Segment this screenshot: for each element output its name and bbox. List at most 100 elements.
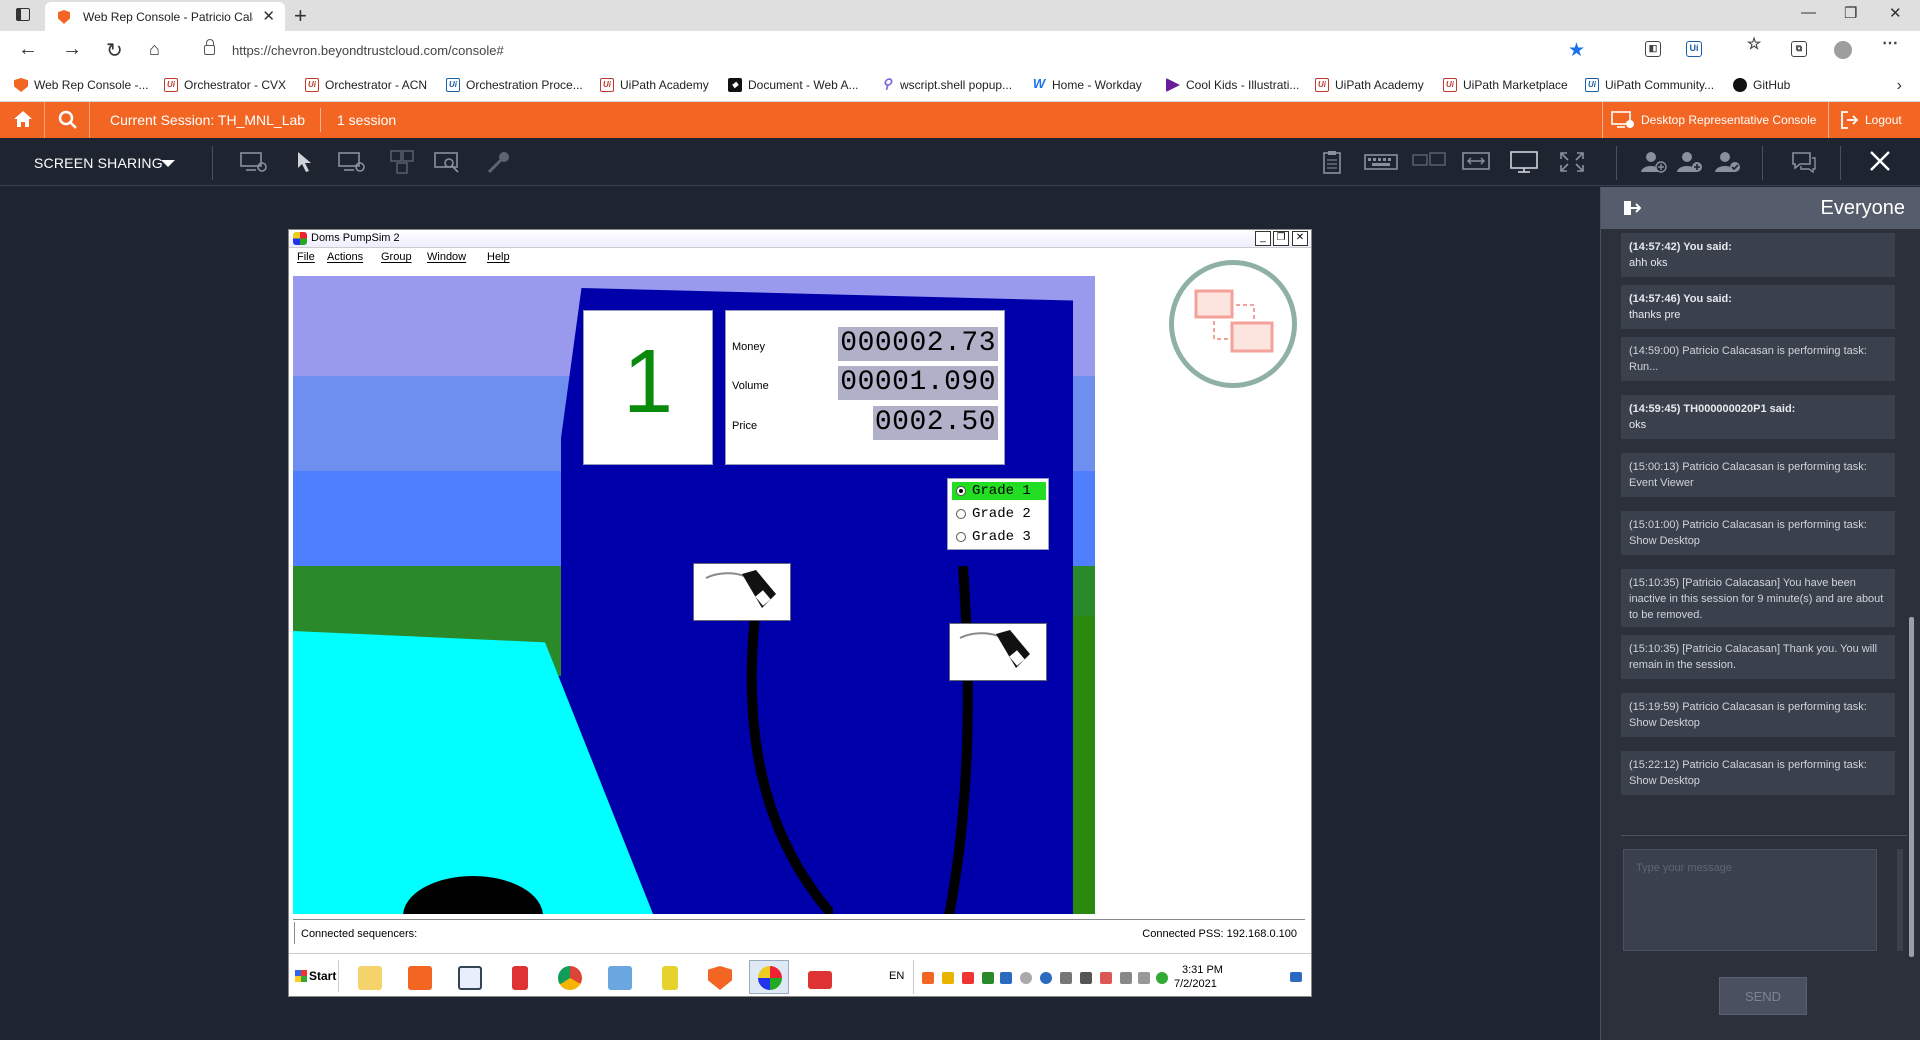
show-desktop-icon[interactable] <box>1290 972 1302 982</box>
menu-group[interactable]: Group <box>381 251 412 263</box>
chat-scrollbar[interactable] <box>1909 617 1914 957</box>
bookmark-3[interactable]: Ui Orchestration Proce... <box>446 78 583 92</box>
remote-pumpsim-window[interactable]: Doms PumpSim 2 _ ❐ ✕ File Actions Group … <box>288 229 1312 997</box>
bookmark-9[interactable]: Ui UiPath Academy <box>1315 78 1424 92</box>
restore-icon[interactable]: ❐ <box>1844 4 1857 22</box>
screen-monitor-icon[interactable] <box>338 150 366 174</box>
menu-window[interactable]: Window <box>427 251 466 263</box>
bookmark-10[interactable]: Ui UiPath Marketplace <box>1443 78 1568 92</box>
invite-rep-icon[interactable] <box>1640 150 1668 174</box>
chevron-down-icon[interactable] <box>161 160 175 167</box>
message-textarea[interactable] <box>1624 850 1876 950</box>
uipath-extension-icon[interactable]: Ui <box>1686 41 1702 57</box>
browser-tab-active[interactable]: Web Rep Console - Patricio Calacasan ✕ <box>45 2 285 31</box>
tray-icon-9[interactable] <box>1100 972 1112 984</box>
new-tab-icon[interactable]: + <box>294 3 307 29</box>
screen-sharing-dropdown[interactable]: SCREEN SHARING <box>34 155 163 171</box>
tab-actions-icon[interactable] <box>16 8 30 21</box>
grade-option-3[interactable]: Grade 3 <box>952 528 1046 546</box>
collections-icon[interactable]: ⧉ <box>1791 41 1807 57</box>
menu-actions[interactable]: Actions <box>327 251 363 263</box>
volume-icon[interactable] <box>1080 972 1092 984</box>
back-icon[interactable]: ← <box>18 38 38 61</box>
tray-icon-2[interactable] <box>942 972 954 984</box>
bookmark-6[interactable]: ⚲ wscript.shell popup... <box>880 77 1012 92</box>
add-user-icon[interactable] <box>1676 150 1704 174</box>
bookmark-0[interactable]: Web Rep Console -... <box>14 78 149 92</box>
extension-icon[interactable]: ◧ <box>1645 41 1661 57</box>
bookmark-5[interactable]: ◆ Document - Web A... <box>728 78 859 92</box>
home-button[interactable] <box>0 102 45 138</box>
url-field[interactable]: https://chevron.beyondtrustcloud.com/con… <box>188 36 1603 66</box>
tab-close-icon[interactable]: ✕ <box>262 7 275 25</box>
bookmark-2[interactable]: Ui Orchestrator - ACN <box>305 78 427 92</box>
bookmark-7[interactable]: W Home - Workday <box>1032 77 1142 92</box>
tray-icon-11[interactable] <box>1138 972 1150 984</box>
favorites-icon[interactable]: ☆ <box>1746 37 1762 54</box>
tray-icon-4[interactable] <box>982 972 994 984</box>
forward-icon[interactable]: → <box>62 38 82 61</box>
chat-icon[interactable] <box>1790 150 1818 174</box>
tray-icon-12[interactable] <box>1156 972 1168 984</box>
minimize-icon[interactable]: — <box>1801 4 1816 21</box>
screenshot-icon[interactable] <box>434 150 462 174</box>
menu-file[interactable]: File <box>297 251 315 263</box>
key-icon[interactable] <box>484 150 512 174</box>
clock-time[interactable]: 3:31 PM <box>1182 964 1223 976</box>
more-menu-icon[interactable]: ⋯ <box>1882 36 1898 53</box>
bookmark-4[interactable]: Ui UiPath Academy <box>600 78 709 92</box>
fullscreen-icon[interactable] <box>1558 150 1586 174</box>
grade-option-2[interactable]: Grade 2 <box>952 505 1046 523</box>
remote-restore-icon[interactable]: ❐ <box>1273 231 1289 246</box>
bookmarks-more-icon[interactable]: › <box>1897 77 1902 95</box>
start-button[interactable]: Start <box>291 960 339 992</box>
tray-icon-7[interactable] <box>1040 972 1052 984</box>
session-count[interactable]: 1 session <box>337 112 396 128</box>
taskbar-chrome[interactable] <box>549 960 589 994</box>
language-indicator[interactable]: EN <box>889 970 904 982</box>
desktop-console-button[interactable]: Desktop Representative Console <box>1602 102 1827 138</box>
view-only-screen-icon[interactable] <box>240 150 268 174</box>
tray-icon-3[interactable] <box>962 972 974 984</box>
remote-minimize-icon[interactable]: _ <box>1255 231 1271 246</box>
taskbar-toolbox[interactable] <box>799 960 839 994</box>
mouse-control-icon[interactable] <box>290 150 318 174</box>
bookmark-11[interactable]: Ui UiPath Community... <box>1585 78 1714 92</box>
ctrl-alt-del-icon[interactable] <box>388 150 416 174</box>
remote-title-bar[interactable]: Doms PumpSim 2 _ ❐ ✕ <box>289 230 1311 248</box>
clock-date[interactable]: 7/2/2021 <box>1174 978 1217 990</box>
tray-icon-1[interactable] <box>922 972 934 984</box>
taskbar-pump-app[interactable] <box>499 960 539 994</box>
favorite-star-icon[interactable]: ★ <box>1568 39 1585 62</box>
bookmark-1[interactable]: Ui Orchestrator - CVX <box>164 78 286 92</box>
bookmark-8[interactable]: Cool Kids - Illustrati... <box>1166 78 1299 92</box>
dual-monitor-icon[interactable] <box>1412 150 1446 174</box>
taskbar-network-app[interactable] <box>599 960 639 994</box>
menu-help[interactable]: Help <box>487 251 510 263</box>
close-window-icon[interactable]: ✕ <box>1889 4 1902 22</box>
transfer-user-icon[interactable] <box>1714 150 1742 174</box>
nozzle-button-2[interactable] <box>949 623 1047 681</box>
actual-size-icon[interactable] <box>1510 150 1538 174</box>
send-button[interactable]: SEND <box>1719 977 1807 1015</box>
chat-message-input[interactable] <box>1623 849 1877 951</box>
remote-close-icon[interactable]: ✕ <box>1292 231 1308 246</box>
taskbar-pump-yellow[interactable] <box>649 960 689 994</box>
taskbar-window-app[interactable] <box>449 960 489 994</box>
current-session-label[interactable]: Current Session: TH_MNL_Lab <box>110 112 305 128</box>
bookmark-12[interactable]: GitHub <box>1733 78 1790 92</box>
grade-option-1[interactable]: Grade 1 <box>952 482 1046 500</box>
keyboard-icon[interactable] <box>1364 150 1398 174</box>
profile-avatar[interactable] <box>1834 41 1852 59</box>
input-scrollbar[interactable] <box>1897 849 1903 951</box>
refresh-icon[interactable]: ↻ <box>106 38 123 63</box>
tray-icon-8[interactable] <box>1060 972 1072 984</box>
tray-icon-10[interactable] <box>1120 972 1132 984</box>
taskbar-beyondtrust[interactable] <box>399 960 439 994</box>
taskbar-explorer[interactable] <box>349 960 389 994</box>
taskbar-shield-app[interactable] <box>699 960 739 994</box>
tray-icon-6[interactable] <box>1020 972 1032 984</box>
close-session-icon[interactable] <box>1866 150 1894 174</box>
home-browser-icon[interactable]: ⌂ <box>149 39 160 60</box>
taskbar-pumpsim[interactable] <box>749 960 789 994</box>
